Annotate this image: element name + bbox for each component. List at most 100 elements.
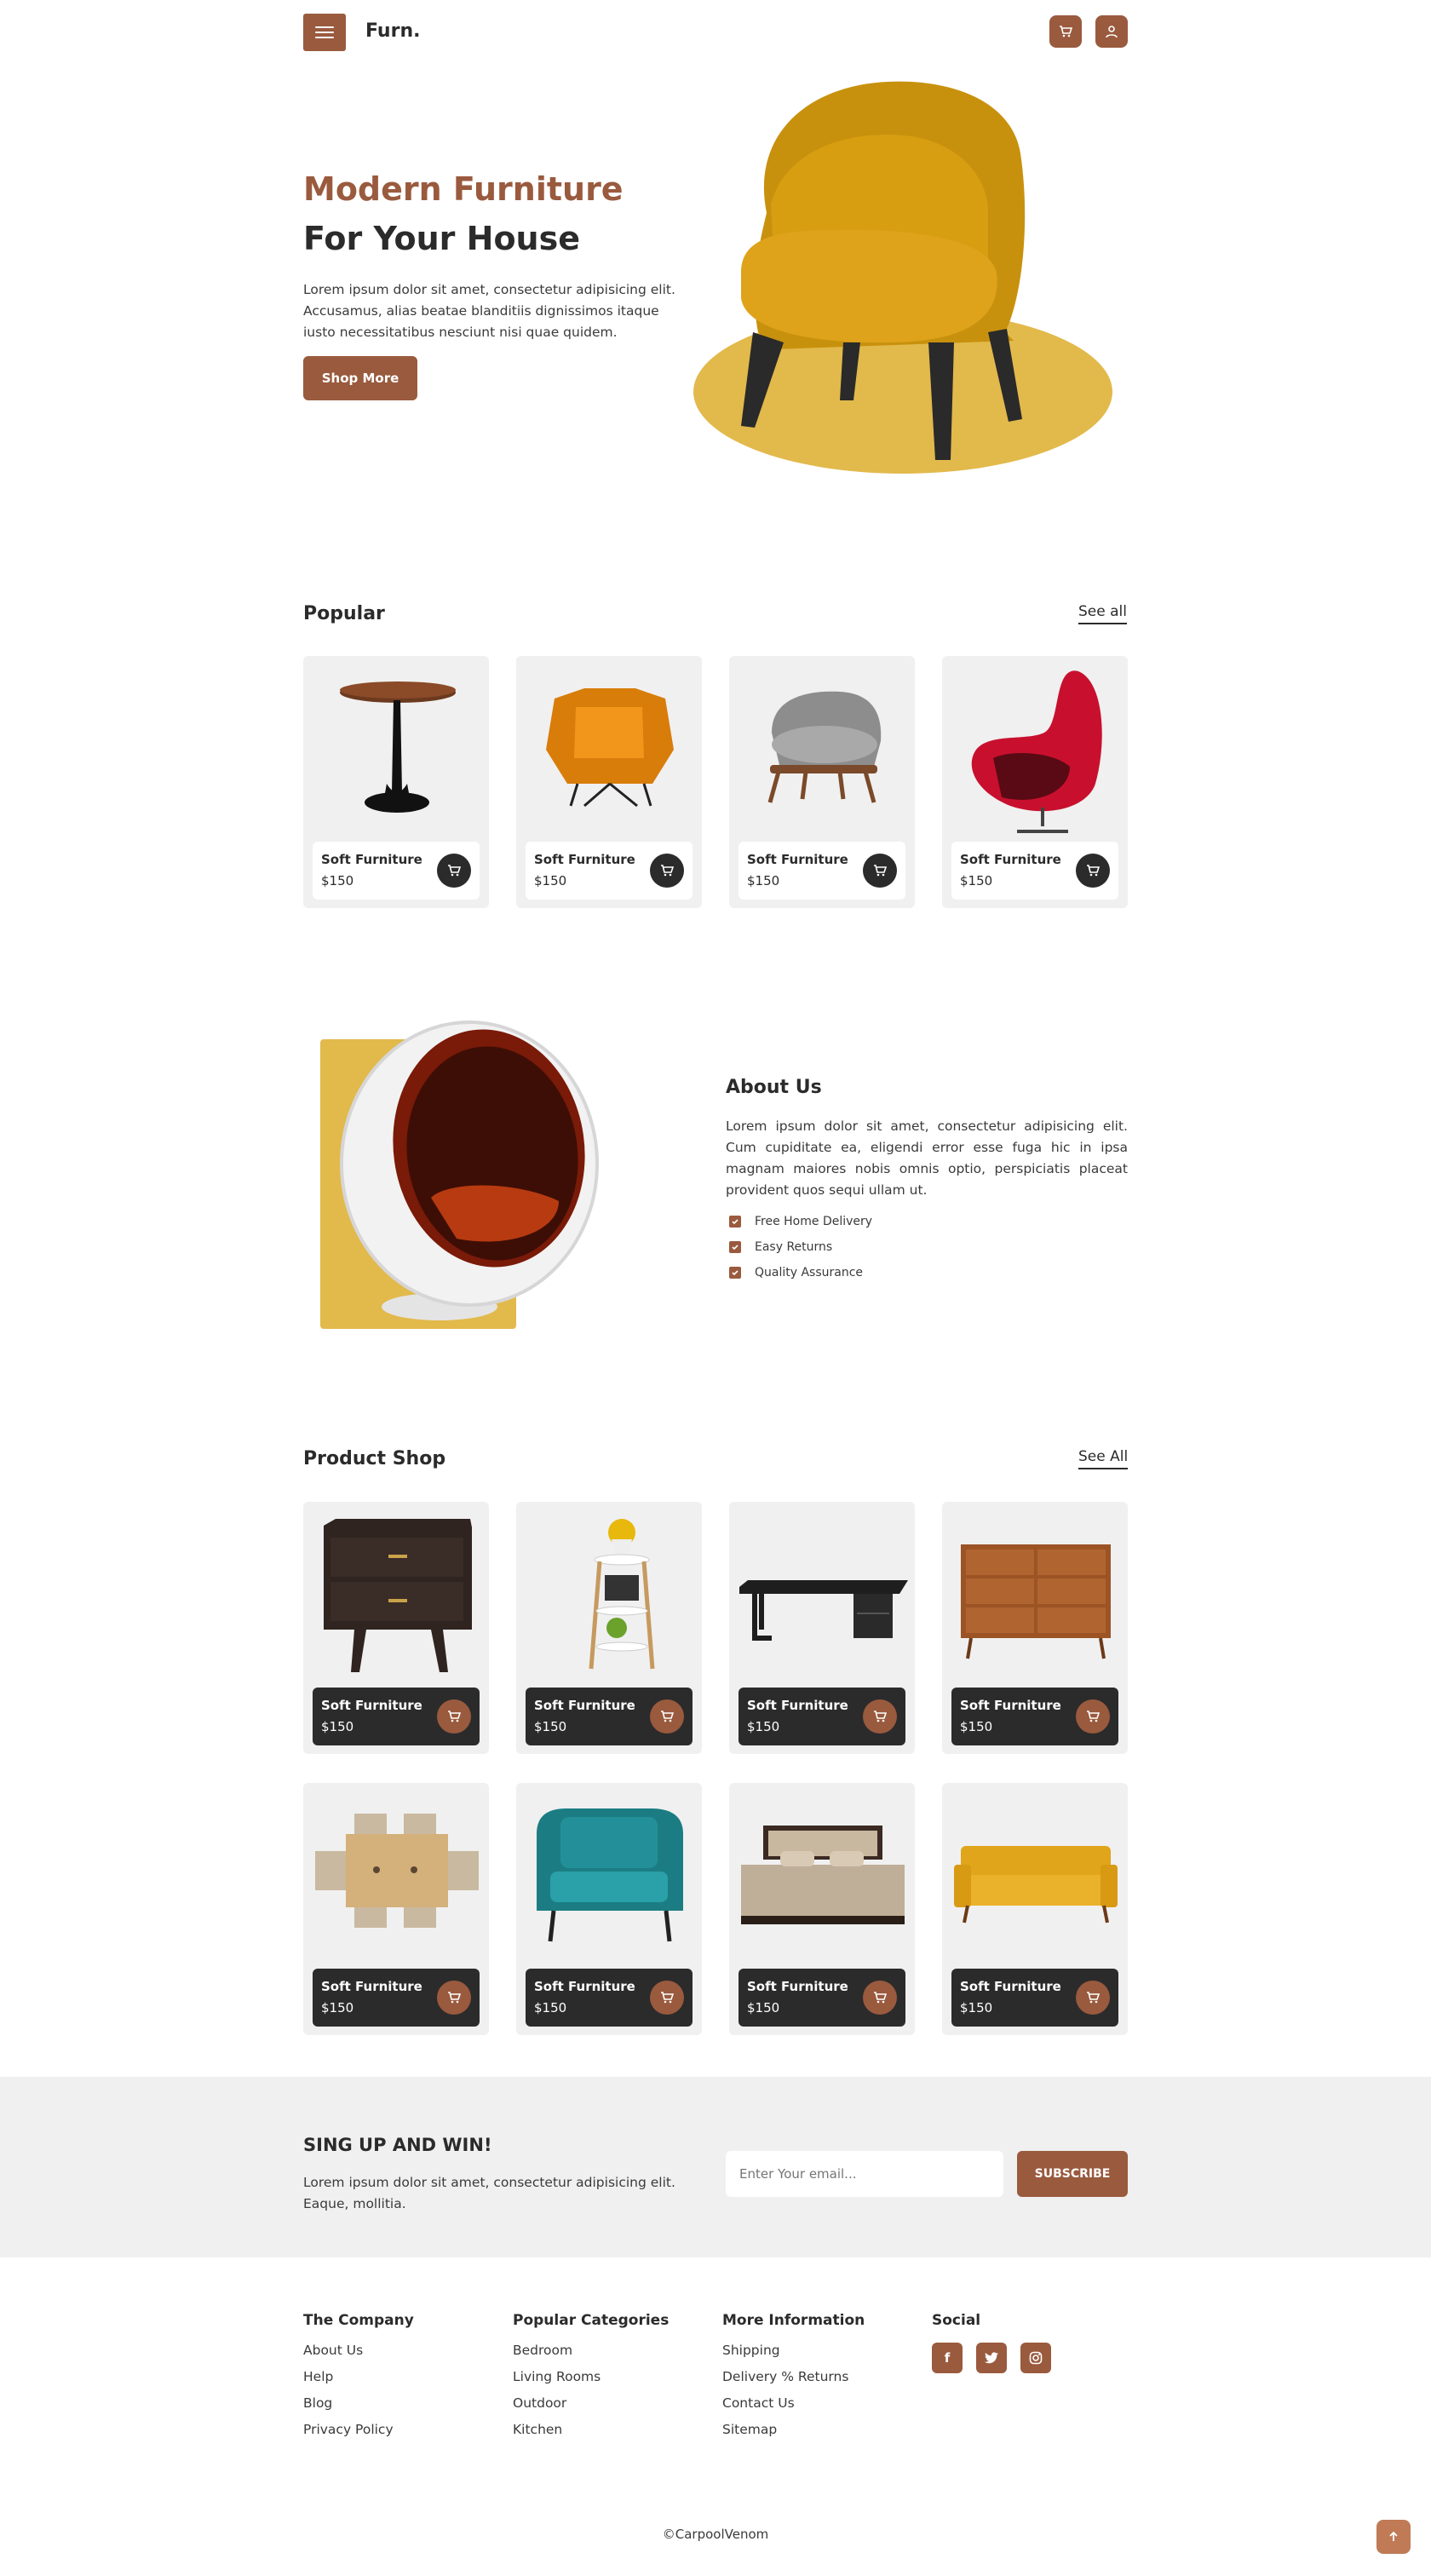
hero-subtitle: For Your House — [303, 220, 581, 257]
product-price: $150 — [747, 2000, 780, 2015]
ball-chair-image — [320, 1021, 599, 1329]
product-price: $150 — [534, 2000, 567, 2015]
footer-link-about[interactable]: About Us — [303, 2343, 414, 2358]
product-price: $150 — [960, 2000, 993, 2015]
product-name: Soft Furniture — [960, 1698, 1061, 1713]
footer-link-privacy[interactable]: Privacy Policy — [303, 2422, 414, 2437]
product-card[interactable]: Soft Furniture $150 — [942, 1783, 1128, 2035]
add-to-cart-button[interactable] — [437, 1981, 471, 2015]
signup-description: Lorem ipsum dolor sit amet, consectetur … — [303, 2175, 675, 2211]
product-card[interactable]: Soft Furniture $150 — [516, 656, 702, 908]
footer-link-contact[interactable]: Contact Us — [722, 2395, 865, 2411]
footer-heading: Social — [932, 2312, 981, 2329]
user-button[interactable] — [1095, 15, 1128, 48]
product-info: Soft Furniture $150 — [951, 842, 1118, 900]
add-to-cart-button[interactable] — [863, 854, 897, 888]
add-to-cart-button[interactable] — [650, 854, 684, 888]
hero-description: Lorem ipsum dolor sit amet, consectetur … — [303, 282, 675, 340]
hero-chair-image — [693, 81, 1112, 474]
product-card[interactable]: Soft Furniture $150 — [303, 1783, 489, 2035]
footer-link-outdoor[interactable]: Outdoor — [513, 2395, 669, 2411]
product-name: Soft Furniture — [747, 1698, 848, 1713]
add-to-cart-button[interactable] — [437, 854, 471, 888]
email-input[interactable] — [726, 2151, 1003, 2197]
grey-lounge-chair-image — [767, 691, 882, 803]
yellow-sofa-image — [954, 1846, 1118, 1923]
product-card[interactable]: Soft Furniture $150 — [303, 656, 489, 908]
cart-icon — [661, 865, 674, 877]
logo[interactable]: Furn. — [365, 20, 420, 42]
add-to-cart-button[interactable] — [863, 1699, 897, 1734]
cart-icon — [661, 1992, 674, 2004]
add-to-cart-button[interactable] — [437, 1699, 471, 1734]
footer-link-help[interactable]: Help — [303, 2369, 414, 2384]
add-to-cart-button[interactable] — [1076, 854, 1110, 888]
footer-heading: Popular Categories — [513, 2312, 670, 2329]
product-price: $150 — [534, 873, 567, 888]
footer-info: More Information Shipping Delivery % Ret… — [722, 2312, 865, 2448]
product-card[interactable]: Soft Furniture $150 — [516, 1502, 702, 1754]
cart-icon — [448, 865, 461, 877]
footer-link-shipping[interactable]: Shipping — [722, 2343, 865, 2358]
add-to-cart-button[interactable] — [1076, 1981, 1110, 2015]
signup-section — [0, 2077, 1431, 2257]
product-name: Soft Furniture — [960, 1979, 1061, 1994]
feature-label: Quality Assurance — [755, 1266, 864, 1279]
add-to-cart-button[interactable] — [650, 1699, 684, 1734]
product-info: Soft Furniture $150 — [738, 1688, 905, 1745]
product-info: Soft Furniture $150 — [526, 842, 693, 900]
facebook-icon[interactable]: f — [932, 2343, 963, 2373]
cart-icon — [1087, 1992, 1100, 2004]
feature-label: Easy Returns — [755, 1240, 833, 1254]
scroll-top-button[interactable] — [1376, 2520, 1411, 2554]
product-name: Soft Furniture — [747, 1979, 848, 1994]
product-name: Soft Furniture — [747, 852, 848, 867]
footer-link-bedroom[interactable]: Bedroom — [513, 2343, 669, 2358]
shop-more-button[interactable]: Shop More — [303, 356, 417, 400]
shop-title: Product Shop — [303, 1448, 446, 1469]
product-card[interactable]: Soft Furniture $150 — [942, 656, 1128, 908]
product-price: $150 — [321, 2000, 354, 2015]
product-name: Soft Furniture — [534, 1979, 635, 1994]
cart-icon — [874, 865, 887, 877]
footer-link-returns[interactable]: Delivery % Returns — [722, 2369, 865, 2384]
menu-button[interactable] — [303, 14, 346, 51]
feature-item: Free Home Delivery — [726, 1215, 872, 1228]
shop-see-all-link[interactable]: See All — [1078, 1448, 1129, 1469]
product-card[interactable]: Soft Furniture $150 — [942, 1502, 1128, 1754]
add-to-cart-button[interactable] — [863, 1981, 897, 2015]
footer-link-blog[interactable]: Blog — [303, 2395, 414, 2411]
footer-link-kitchen[interactable]: Kitchen — [513, 2422, 669, 2437]
product-card[interactable]: Soft Furniture $150 — [729, 1783, 915, 2035]
footer-heading: The Company — [303, 2312, 414, 2329]
product-price: $150 — [960, 1719, 993, 1734]
product-price: $150 — [321, 1719, 354, 1734]
product-card[interactable]: Soft Furniture $150 — [729, 656, 915, 908]
product-info: Soft Furniture $150 — [313, 842, 480, 900]
product-price: $150 — [960, 873, 993, 888]
subscribe-button[interactable]: SUBSCRIBE — [1017, 2151, 1128, 2197]
footer-link-living-rooms[interactable]: Living Rooms — [513, 2369, 669, 2384]
twitter-icon[interactable] — [976, 2343, 1007, 2373]
product-card[interactable]: Soft Furniture $150 — [303, 1502, 489, 1754]
product-info: Soft Furniture $150 — [313, 1969, 480, 2027]
cart-icon — [448, 1992, 461, 2004]
add-to-cart-button[interactable] — [650, 1981, 684, 2015]
instagram-icon[interactable] — [1020, 2343, 1051, 2373]
product-info: Soft Furniture $150 — [526, 1969, 693, 2027]
cart-icon — [874, 1711, 887, 1722]
product-info: Soft Furniture $150 — [738, 1969, 905, 2027]
footer-company: The Company About Us Help Blog Privacy P… — [303, 2312, 414, 2448]
product-card[interactable]: Soft Furniture $150 — [729, 1502, 915, 1754]
footer-link-sitemap[interactable]: Sitemap — [722, 2422, 865, 2437]
signup-title: SING UP AND WIN! — [303, 2135, 492, 2155]
cart-button[interactable] — [1049, 15, 1082, 48]
side-table-image — [340, 681, 456, 813]
product-name: Soft Furniture — [534, 852, 635, 867]
add-to-cart-button[interactable] — [1076, 1699, 1110, 1734]
popular-see-all-link[interactable]: See all — [1078, 603, 1127, 624]
product-info: Soft Furniture $150 — [526, 1688, 693, 1745]
product-card[interactable]: Soft Furniture $150 — [516, 1783, 702, 2035]
product-name: Soft Furniture — [960, 852, 1061, 867]
product-info: Soft Furniture $150 — [738, 842, 905, 900]
